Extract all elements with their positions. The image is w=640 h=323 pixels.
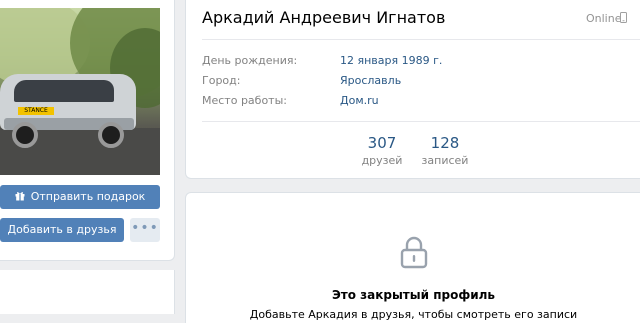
gift-icon: [15, 192, 25, 201]
left-column: STANCE Отправить подарок Добавить в друз…: [0, 0, 175, 314]
closed-profile-card: Это закрытый профиль Добавьте Аркадия в …: [185, 192, 640, 323]
lock-icon: [400, 236, 428, 269]
info-value-link[interactable]: 12 января 1989 г.: [340, 54, 540, 67]
closed-profile-text: Добавьте Аркадия в друзья, чтобы смотрет…: [249, 308, 578, 321]
online-status: Online: [586, 12, 622, 25]
more-actions-button[interactable]: •••: [130, 218, 160, 242]
avatar-wheel: [98, 122, 124, 148]
avatar-car-window: [14, 80, 114, 102]
friends-counter[interactable]: 307 друзей: [352, 134, 412, 167]
counter-label: записей: [421, 154, 469, 167]
info-value-link[interactable]: Ярославль: [340, 74, 540, 87]
posts-counter[interactable]: 128 записей: [415, 134, 475, 167]
counter-value: 128: [430, 134, 460, 152]
send-gift-button[interactable]: Отправить подарок: [0, 185, 160, 209]
add-friend-button[interactable]: Добавить в друзья: [0, 218, 124, 242]
divider: [202, 121, 640, 122]
info-label: Место работы:: [202, 94, 287, 107]
mobile-phone-icon: [620, 12, 627, 23]
profile-name: Аркадий Андреевич Игнатов: [202, 8, 446, 27]
divider: [202, 39, 640, 40]
info-label: Город:: [202, 74, 241, 87]
info-label: День рождения:: [202, 54, 298, 67]
send-gift-label: Отправить подарок: [30, 190, 146, 203]
profile-info-card: Аркадий Андреевич Игнатов Online День ро…: [185, 0, 640, 179]
info-value-link[interactable]: Дом.ru: [340, 94, 540, 107]
avatar-license-plate: STANCE: [18, 107, 54, 115]
avatar[interactable]: STANCE: [0, 8, 160, 175]
left-secondary-card: [0, 270, 175, 314]
closed-profile-title: Это закрытый профиль: [331, 288, 496, 302]
counter-value: 307: [367, 134, 397, 152]
avatar-card: STANCE Отправить подарок Добавить в друз…: [0, 0, 175, 261]
avatar-wheel: [12, 122, 38, 148]
counter-label: друзей: [361, 154, 403, 167]
